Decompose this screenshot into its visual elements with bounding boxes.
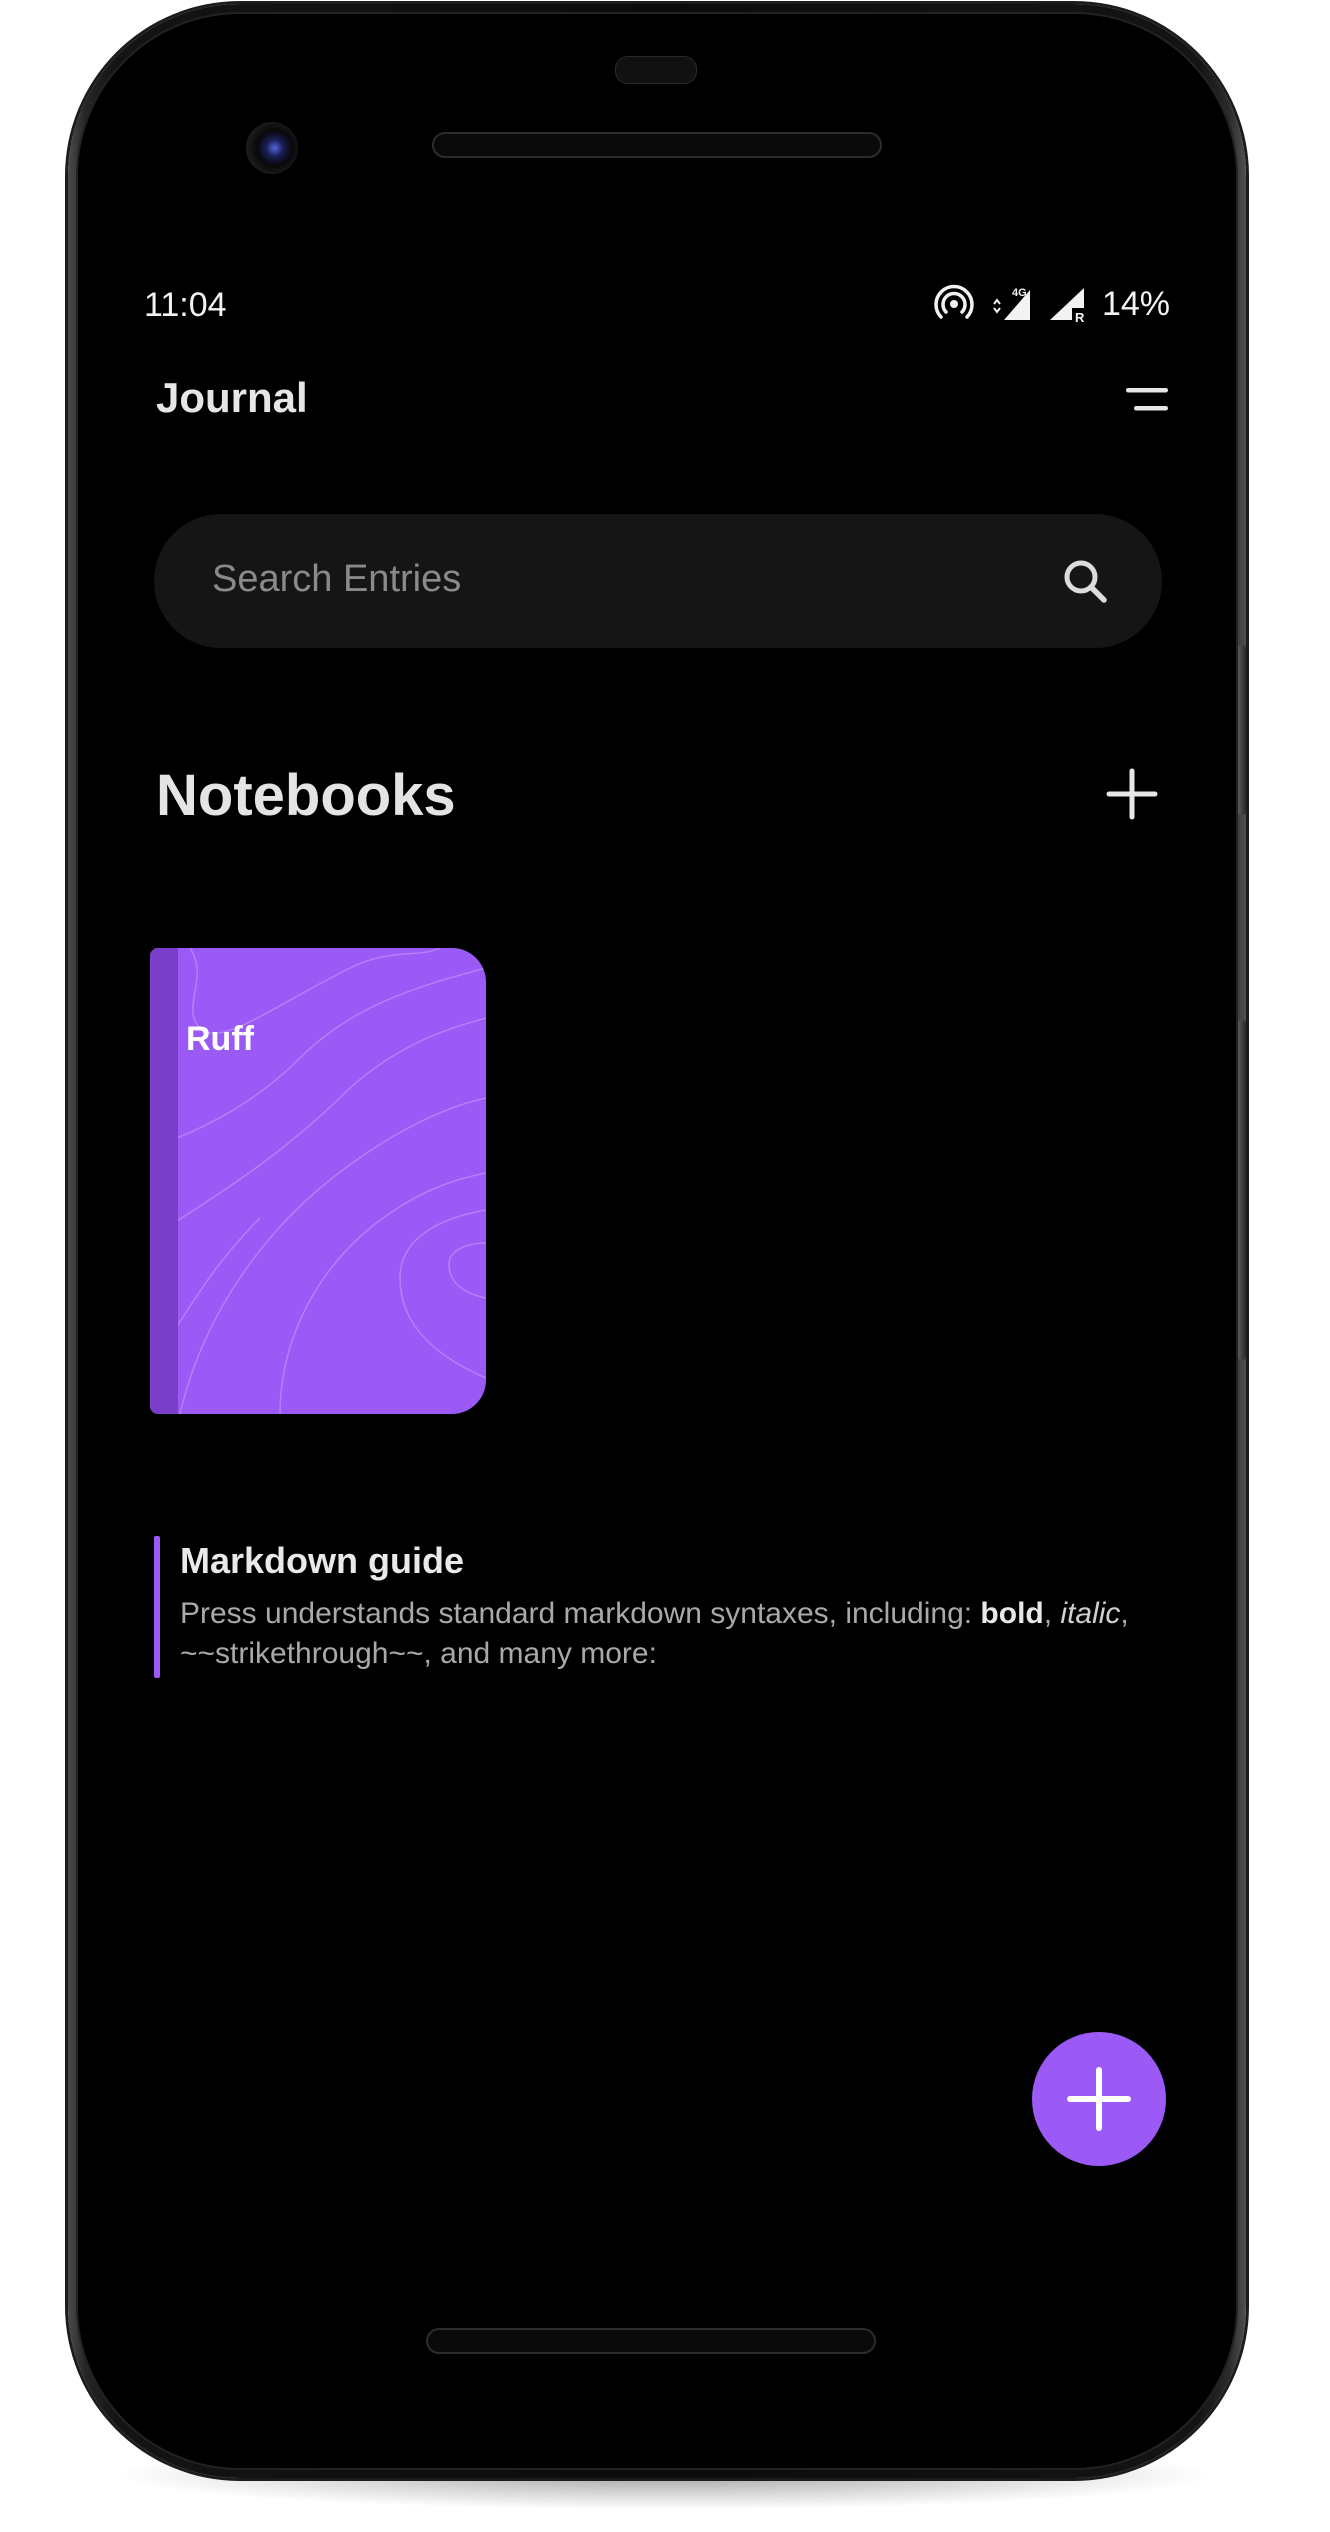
power-button — [1238, 645, 1246, 815]
status-time: 11:04 — [144, 286, 227, 324]
page: 11:04 4G R 14% Journal Search Entries No… — [0, 0, 1330, 2532]
entry-accent-bar — [154, 1536, 160, 1678]
new-entry-fab[interactable] — [1032, 2032, 1166, 2166]
search-input[interactable]: Search Entries — [212, 558, 461, 601]
add-notebook-button[interactable] — [1104, 766, 1160, 822]
entry-preview-italic: italic — [1060, 1597, 1121, 1630]
search-icon[interactable] — [1060, 556, 1110, 606]
plus-icon — [1067, 2067, 1131, 2131]
entry-preview-bold: bold — [980, 1597, 1044, 1630]
hotspot-icon — [934, 284, 974, 319]
notebook-cover-pattern — [150, 948, 486, 1414]
notebook-spine — [150, 948, 178, 1414]
menu-button[interactable] — [1124, 380, 1170, 420]
entry-preview-separator: , — [1043, 1597, 1061, 1630]
status-bar: 11:04 4G R 14% — [110, 260, 1220, 350]
volume-button — [1238, 1020, 1246, 1360]
search-bar[interactable]: Search Entries — [154, 514, 1162, 648]
entry-preview: Press understands standard markdown synt… — [180, 1594, 1150, 1674]
entry-preview-text: Press understands standard markdown synt… — [180, 1597, 981, 1630]
bottom-speaker — [426, 2328, 876, 2354]
entry-list-item[interactable]: Markdown guide Press understands standar… — [154, 1536, 1162, 1678]
status-icons: 4G R 14% — [934, 284, 1170, 324]
entry-title: Markdown guide — [180, 1540, 465, 1581]
network-type-label: 4G — [1012, 287, 1027, 299]
roaming-label: R — [1075, 310, 1085, 324]
app-title: Journal — [156, 374, 308, 421]
cellular-signal-roaming-icon: R — [1049, 288, 1088, 324]
battery-percentage: 14% — [1101, 284, 1170, 323]
notebooks-heading: Notebooks — [156, 763, 456, 828]
menu-lines-icon — [1126, 388, 1168, 411]
notebook-title: Ruff — [186, 1020, 254, 1058]
app-screen: 11:04 4G R 14% Journal Search Entries No… — [110, 260, 1220, 2300]
top-sensor — [615, 56, 697, 84]
front-camera — [246, 122, 298, 174]
cellular-signal-4g-icon: 4G — [993, 287, 1030, 320]
top-speaker — [432, 132, 882, 158]
notebook-card[interactable]: Ruff — [150, 948, 486, 1414]
